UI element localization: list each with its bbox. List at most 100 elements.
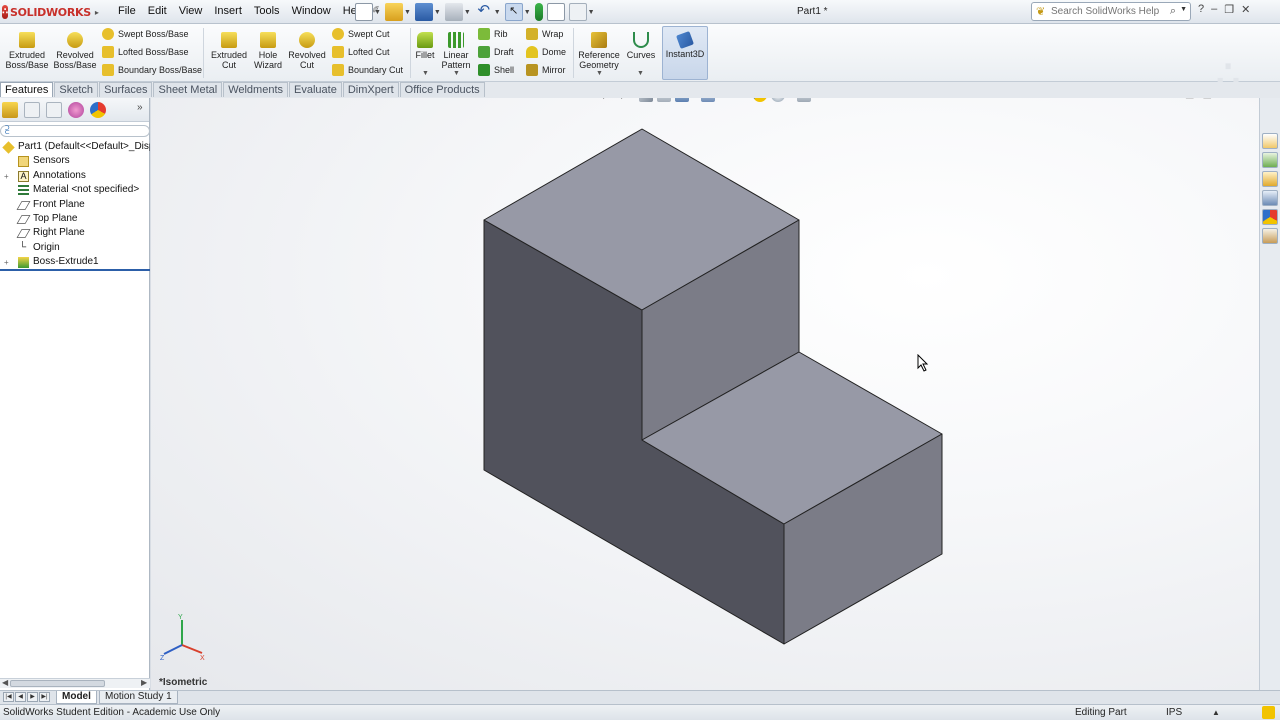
viewport-close-icon[interactable]: ✕ <box>1250 98 1258 100</box>
tab-office-products[interactable]: Office Products <box>399 82 485 97</box>
tab-evaluate[interactable]: Evaluate <box>289 82 342 97</box>
linear-pattern-button[interactable]: Linear Pattern <box>438 28 474 70</box>
mirror-button[interactable]: Mirror <box>526 64 566 76</box>
menu-file[interactable]: File <box>112 5 142 17</box>
rebuild-warning-icon[interactable] <box>1262 706 1275 719</box>
open-dropdown-icon[interactable]: ▼ <box>404 9 411 16</box>
menu-window[interactable]: Window <box>286 5 337 17</box>
help-question-icon[interactable]: ? <box>1198 3 1204 16</box>
curves-button[interactable]: Curves <box>624 28 658 60</box>
zoom-to-area-icon[interactable]: ⌕ <box>621 98 635 102</box>
reference-geometry-dropdown-icon[interactable]: ▼ <box>596 70 603 77</box>
minimize-icon[interactable]: – <box>1211 3 1217 16</box>
fillet-dropdown-icon[interactable]: ▼ <box>422 70 429 77</box>
property-manager-tab-icon[interactable] <box>24 102 40 118</box>
view-settings-dropdown-icon[interactable]: ▼ <box>812 98 819 99</box>
boundary-cut-button[interactable]: Boundary Cut <box>332 64 403 76</box>
apply-scene-icon[interactable] <box>770 98 785 102</box>
expand-icon[interactable]: + <box>4 256 9 269</box>
model-view[interactable] <box>151 98 1259 690</box>
graphics-area[interactable]: ⌕ ⌕ ▼ ▼ ◐▼ ▼ ▼ ▣ ▤ – ❐ ✕ Y X Z *Isometri… <box>151 98 1259 690</box>
tree-node-part[interactable]: Part1 (Default<<Default>_Disp <box>0 140 150 154</box>
configuration-manager-tab-icon[interactable] <box>46 102 62 118</box>
open-folder-icon[interactable] <box>384 3 403 21</box>
undo-dropdown-icon[interactable]: ▼ <box>494 9 501 16</box>
scene-dropdown-icon[interactable]: ▼ <box>786 98 793 99</box>
tab-model[interactable]: Model <box>56 691 97 704</box>
tree-filter[interactable]: ⫔ <box>0 125 150 137</box>
hide-show-dropdown-icon[interactable]: ▼ <box>742 98 749 99</box>
display-manager-tab-icon[interactable] <box>90 102 106 118</box>
extruded-cut-button[interactable]: Extruded Cut <box>206 28 252 70</box>
options-dropdown-icon[interactable]: ▼ <box>588 9 595 16</box>
tab-sheet-metal[interactable]: Sheet Metal <box>153 82 223 97</box>
hide-show-items-icon[interactable]: ◐ <box>727 98 741 102</box>
swept-boss-button[interactable]: Swept Boss/Base <box>102 28 189 40</box>
extruded-boss-button[interactable]: Extruded Boss/Base <box>4 28 50 70</box>
help-search-box[interactable]: ❦ ⌕ ▼ <box>1031 2 1191 21</box>
save-dropdown-icon[interactable]: ▼ <box>434 9 441 16</box>
panel-horizontal-scrollbar[interactable]: ◀ ▶ <box>0 678 150 688</box>
lofted-boss-button[interactable]: Lofted Boss/Base <box>102 46 189 58</box>
previous-view-icon[interactable] <box>639 98 653 102</box>
close-icon[interactable]: ✕ <box>1241 3 1250 16</box>
search-icon[interactable]: ⌕ <box>1170 5 1176 18</box>
wrap-button[interactable]: Wrap <box>526 28 563 40</box>
new-dropdown-icon[interactable]: ▼ <box>374 9 381 16</box>
unit-system[interactable]: IPS <box>1166 705 1182 720</box>
select-dropdown-icon[interactable]: ▼ <box>524 9 531 16</box>
save-icon[interactable] <box>414 3 433 21</box>
zoom-to-fit-icon[interactable]: ⌕ <box>603 98 617 102</box>
tab-surfaces[interactable]: Surfaces <box>99 82 153 97</box>
restore-icon[interactable]: ❐ <box>1224 3 1234 16</box>
reference-geometry-button[interactable]: Reference Geometry <box>576 28 622 70</box>
hole-wizard-button[interactable]: Hole Wizard <box>250 28 286 70</box>
rib-button[interactable]: Rib <box>478 28 508 40</box>
unit-system-arrow-icon[interactable]: ▲ <box>1212 705 1220 720</box>
display-style-dropdown-icon[interactable]: ▼ <box>716 98 723 99</box>
tree-node-annotations[interactable]: + A Annotations <box>0 169 150 183</box>
menu-tools[interactable]: Tools <box>248 5 286 17</box>
fillet-button[interactable]: Fillet <box>412 28 438 60</box>
edit-appearance-icon[interactable] <box>752 98 767 102</box>
menu-edit[interactable]: Edit <box>142 5 173 17</box>
appearances-icon[interactable] <box>1262 209 1278 225</box>
viewport-minimize-icon[interactable]: – <box>1220 98 1226 100</box>
more-tabs-icon[interactable]: » <box>137 102 143 113</box>
dome-button[interactable]: Dome <box>526 46 566 58</box>
view-palette-icon[interactable] <box>1262 190 1278 206</box>
tree-node-material[interactable]: Material <not specified> <box>0 183 150 197</box>
custom-properties-icon[interactable] <box>1262 228 1278 244</box>
help-search-input[interactable] <box>1051 5 1169 18</box>
undo-icon[interactable]: ↶ <box>475 3 493 21</box>
tab-dimxpert[interactable]: DimXpert <box>342 82 399 97</box>
design-library-icon[interactable] <box>1262 152 1278 168</box>
expand-icon[interactable]: + <box>4 170 9 183</box>
next-tab-icon[interactable]: ▶ <box>27 692 38 702</box>
prev-tab-icon[interactable]: ◀ <box>15 692 26 702</box>
rollback-bar[interactable] <box>0 269 150 271</box>
options-icon[interactable] <box>568 3 587 21</box>
menu-insert[interactable]: Insert <box>208 5 248 17</box>
new-document-icon[interactable] <box>355 3 373 21</box>
tree-node-front-plane[interactable]: Front Plane <box>0 198 150 212</box>
scroll-left-icon[interactable]: ◀ <box>2 678 8 687</box>
pattern-dropdown-icon[interactable]: ▼ <box>453 70 460 77</box>
tree-node-right-plane[interactable]: Right Plane <box>0 226 150 240</box>
view-settings-icon[interactable] <box>796 98 811 102</box>
revolved-boss-button[interactable]: Revolved Boss/Base <box>52 28 98 70</box>
tree-node-boss-extrude1[interactable]: + Boss-Extrude1 <box>0 255 150 269</box>
shell-button[interactable]: Shell <box>478 64 514 76</box>
tab-sketch[interactable]: Sketch <box>54 82 99 97</box>
tab-features[interactable]: Features <box>0 82 54 97</box>
draft-button[interactable]: Draft <box>478 46 514 58</box>
dimxpert-manager-tab-icon[interactable] <box>68 102 84 118</box>
tree-node-top-plane[interactable]: Top Plane <box>0 212 150 226</box>
menu-view[interactable]: View <box>173 5 209 17</box>
select-pointer-icon[interactable]: ↖ <box>504 3 523 21</box>
viewport-tile-icon[interactable]: ▣ <box>1185 98 1194 100</box>
tab-weldments[interactable]: Weldments <box>223 82 289 97</box>
view-orientation-dropdown-icon[interactable]: ▼ <box>690 98 697 99</box>
section-view-icon[interactable] <box>657 98 671 102</box>
feature-manager-tab-icon[interactable] <box>2 102 18 118</box>
